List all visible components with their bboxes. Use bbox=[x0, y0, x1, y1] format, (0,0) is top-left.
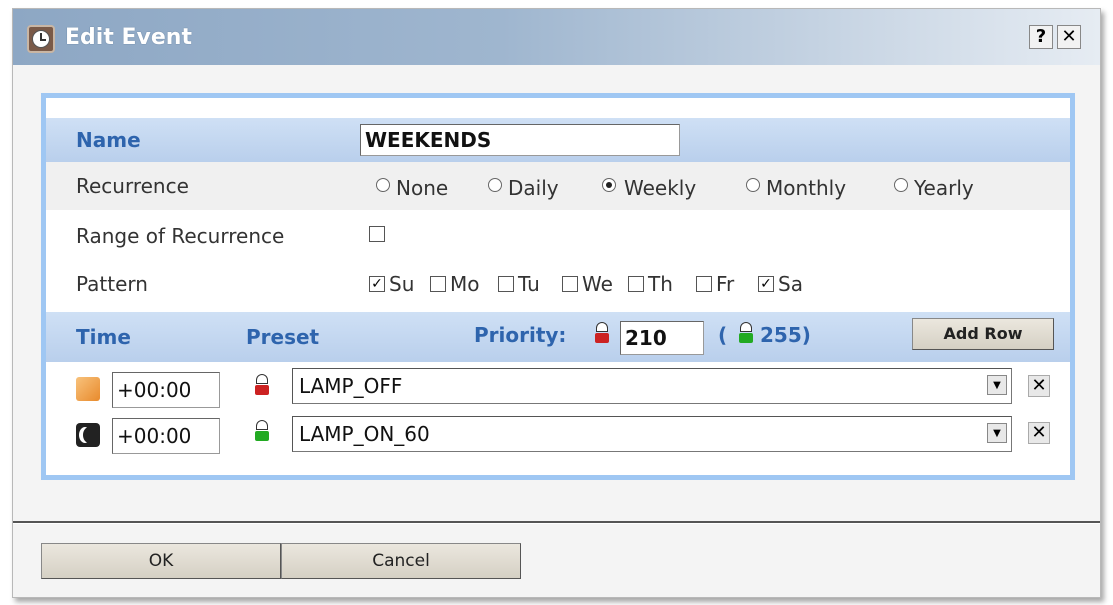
recurrence-yearly-label: Yearly bbox=[914, 176, 974, 200]
recurrence-weekly-radio[interactable] bbox=[602, 178, 616, 192]
delete-row-button[interactable]: ✕ bbox=[1028, 422, 1050, 444]
preset-select-value: LAMP_OFF bbox=[299, 374, 403, 398]
pattern-row: Pattern ✓ Su Mo Tu We Th Fr ✓ Sa bbox=[46, 258, 1070, 306]
recurrence-weekly-label: Weekly bbox=[624, 176, 697, 200]
sunrise-icon[interactable] bbox=[76, 377, 100, 401]
recurrence-monthly-label: Monthly bbox=[766, 176, 847, 200]
time-offset-input[interactable]: +00:00 bbox=[112, 418, 220, 454]
priority-icon bbox=[594, 322, 610, 346]
priority-max-icon bbox=[738, 322, 754, 346]
pattern-th-label: Th bbox=[648, 272, 673, 296]
preset-select[interactable]: LAMP_OFF ▼ bbox=[292, 368, 1012, 404]
range-row: Range of Recurrence bbox=[46, 210, 1070, 258]
pattern-su-label: Su bbox=[389, 272, 415, 296]
pattern-label: Pattern bbox=[76, 272, 148, 296]
pattern-su-checkbox[interactable]: ✓ bbox=[369, 276, 385, 292]
schedule-row: +00:00 LAMP_OFF ▼ ✕ bbox=[46, 368, 1070, 414]
pattern-sa-label: Sa bbox=[778, 272, 803, 296]
pattern-we-checkbox[interactable] bbox=[562, 276, 578, 292]
footer-divider bbox=[13, 521, 1100, 524]
schedule-header: Time Preset Priority: 210 ( 255) Add Row bbox=[46, 312, 1070, 362]
recurrence-monthly-radio[interactable] bbox=[746, 178, 760, 192]
recurrence-daily-radio[interactable] bbox=[488, 178, 502, 192]
preset-select[interactable]: LAMP_ON_60 ▼ bbox=[292, 416, 1012, 452]
chevron-down-icon[interactable]: ▼ bbox=[987, 423, 1007, 443]
edit-event-dialog: Edit Event ? ✕ Name WEEKENDS Recurrence … bbox=[12, 8, 1101, 598]
priority-input[interactable]: 210 bbox=[620, 321, 704, 355]
time-offset-input[interactable]: +00:00 bbox=[112, 372, 220, 408]
recurrence-daily-label: Daily bbox=[508, 176, 559, 200]
pattern-mo-checkbox[interactable] bbox=[430, 276, 446, 292]
preset-header: Preset bbox=[246, 325, 320, 349]
preset-on-icon bbox=[254, 420, 270, 444]
range-label: Range of Recurrence bbox=[76, 224, 285, 248]
preset-off-icon bbox=[254, 374, 270, 398]
pattern-mo-label: Mo bbox=[450, 272, 480, 296]
pattern-fr-label: Fr bbox=[716, 272, 735, 296]
cancel-button[interactable]: Cancel bbox=[281, 543, 521, 579]
preset-select-value: LAMP_ON_60 bbox=[299, 422, 430, 446]
schedule-row: +00:00 LAMP_ON_60 ▼ ✕ bbox=[46, 416, 1070, 462]
chevron-down-icon[interactable]: ▼ bbox=[987, 375, 1007, 395]
moon-icon[interactable] bbox=[76, 423, 100, 447]
pattern-th-checkbox[interactable] bbox=[628, 276, 644, 292]
title-bar[interactable]: Edit Event ? ✕ bbox=[13, 9, 1100, 65]
recurrence-row: Recurrence None Daily Weekly Monthly Yea… bbox=[46, 162, 1070, 210]
pattern-tu-checkbox[interactable] bbox=[498, 276, 514, 292]
add-row-button[interactable]: Add Row bbox=[912, 318, 1054, 350]
pattern-sa-checkbox[interactable]: ✓ bbox=[758, 276, 774, 292]
priority-label: Priority: bbox=[474, 323, 567, 347]
pattern-tu-label: Tu bbox=[518, 272, 540, 296]
name-label: Name bbox=[76, 128, 141, 152]
priority-max-open: ( bbox=[718, 323, 728, 347]
name-row: Name WEEKENDS bbox=[46, 118, 1070, 162]
dialog-title: Edit Event bbox=[65, 25, 192, 50]
delete-row-button[interactable]: ✕ bbox=[1028, 375, 1050, 397]
recurrence-none-label: None bbox=[396, 176, 449, 200]
name-input[interactable]: WEEKENDS bbox=[360, 124, 680, 156]
close-button[interactable]: ✕ bbox=[1057, 25, 1081, 49]
priority-max-value: 255) bbox=[760, 323, 811, 347]
pattern-fr-checkbox[interactable] bbox=[696, 276, 712, 292]
recurrence-yearly-radio[interactable] bbox=[894, 178, 908, 192]
time-header: Time bbox=[76, 325, 131, 349]
recurrence-none-radio[interactable] bbox=[376, 178, 390, 192]
help-button[interactable]: ? bbox=[1029, 25, 1053, 49]
ok-button[interactable]: OK bbox=[41, 543, 281, 579]
recurrence-label: Recurrence bbox=[76, 174, 189, 198]
range-checkbox[interactable] bbox=[369, 226, 385, 242]
pattern-we-label: We bbox=[582, 272, 613, 296]
clock-icon bbox=[27, 25, 55, 53]
event-form-panel: Name WEEKENDS Recurrence None Daily Week… bbox=[41, 93, 1075, 480]
